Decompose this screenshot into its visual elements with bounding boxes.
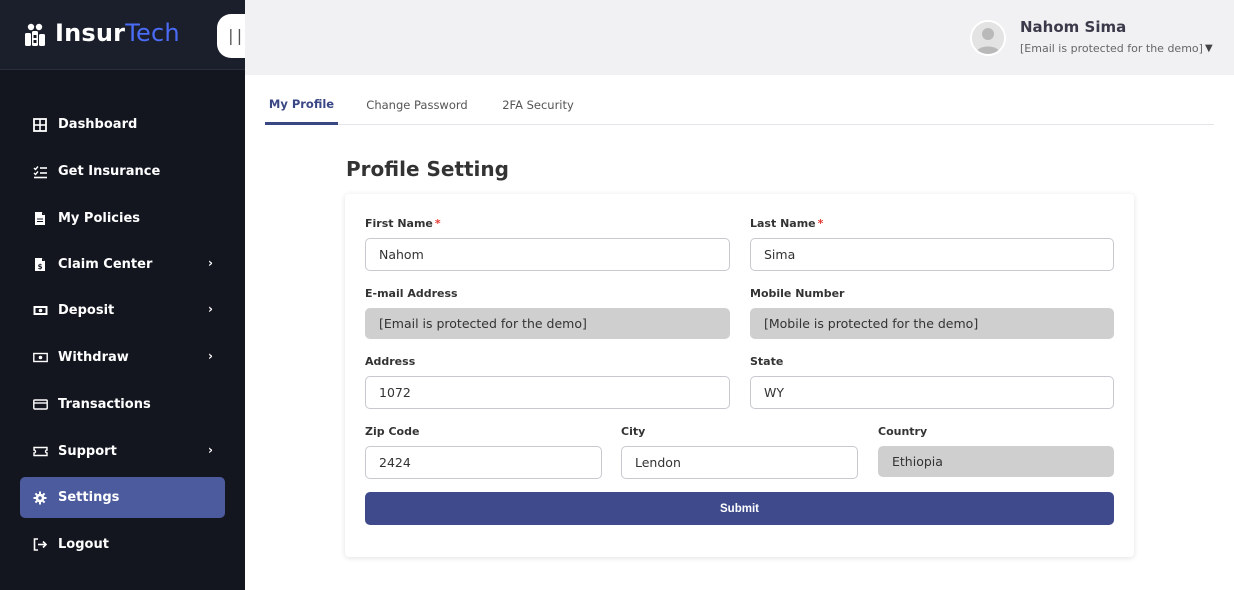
city-input[interactable]: Lendon [621,446,858,479]
brand-name: InsurTech [55,19,180,47]
sidebar-item-deposit[interactable]: Deposit › [20,290,225,331]
tab-2fa-security[interactable]: 2FA Security [501,85,575,125]
sidebar-item-transactions[interactable]: Transactions [20,384,225,425]
sidebar-item-label: Get Insurance [58,164,161,179]
user-avatar-icon [972,22,1004,54]
user-name[interactable]: Nahom Sima [1020,18,1126,36]
tab-change-password[interactable]: Change Password [363,85,471,125]
sidebar-item-label: Deposit [58,303,115,318]
user-email[interactable]: [Email is protected for the demo] [1020,42,1203,55]
sidebar-item-settings[interactable]: Settings [20,477,225,518]
brand-name-part1: Insur [55,19,126,47]
sidebar-item-label: Settings [58,490,120,505]
sidebar-item-label: Transactions [58,397,151,412]
chevron-right-icon: › [208,349,213,363]
country-field: Ethiopia [878,446,1114,477]
mobile-field: [Mobile is protected for the demo] [750,308,1114,339]
last-name-label-text: Last Name [750,217,816,230]
sidebar-item-withdraw[interactable]: Withdraw › [20,337,225,378]
email-label: E-mail Address [365,287,458,300]
state-input[interactable]: WY [750,376,1114,409]
mobile-label: Mobile Number [750,287,845,300]
sidebar-item-label: My Policies [58,211,141,226]
grid-icon [32,117,48,133]
required-asterisk: * [817,217,824,230]
profile-tabs: My Profile Change Password 2FA Security [265,85,1214,125]
sidebar-item-label: Logout [58,537,109,552]
zip-code-label: Zip Code [365,425,420,438]
city-label: City [621,425,646,438]
money-icon [32,303,48,319]
sidebar-item-logout[interactable]: Logout [20,524,225,565]
sidebar-item-label: Dashboard [58,117,138,132]
last-name-input[interactable]: Sima [750,238,1114,271]
zip-code-input[interactable]: 2424 [365,446,602,479]
email-field: [Email is protected for the demo] [365,308,730,339]
chevron-right-icon: › [208,302,213,316]
top-header: Nahom Sima [Email is protected for the d… [245,0,1234,75]
sidebar-item-label: Withdraw [58,350,129,365]
card-icon [32,397,48,413]
logout-icon [32,537,48,553]
first-name-label: First Name * [365,217,441,230]
submit-button[interactable]: Submit [365,492,1114,525]
last-name-label: Last Name * [750,217,823,230]
checklist-icon [32,164,48,180]
sidebar-item-label: Support [58,444,117,459]
document-icon [32,211,48,227]
chevron-right-icon: › [208,256,213,270]
sidebar-item-my-policies[interactable]: My Policies [20,198,225,239]
gear-icon [32,490,48,506]
sidebar-item-get-insurance[interactable]: Get Insurance [20,151,225,192]
required-asterisk: * [434,217,441,230]
country-label: Country [878,425,928,438]
claim-document-icon: $ [32,257,48,273]
sidebar-item-support[interactable]: Support › [20,431,225,472]
state-label: State [750,355,784,368]
address-label: Address [365,355,416,368]
sidebar: InsurTech ||| Dashboard Get Insurance My… [0,0,257,590]
chevron-right-icon: › [208,443,213,457]
sidebar-item-claim-center[interactable]: $ Claim Center › [20,244,225,285]
sidebar-item-label: Claim Center [58,257,153,272]
brand-name-part2: Tech [125,19,180,47]
first-name-label-text: First Name [365,217,433,230]
brand-header: InsurTech ||| [0,0,257,70]
brand-logo-icon [25,23,45,46]
page-title: Profile Setting [346,157,509,181]
first-name-input[interactable]: Nahom [365,238,730,271]
address-input[interactable]: 1072 [365,376,730,409]
ticket-icon [32,444,48,460]
avatar[interactable] [970,20,1006,56]
caret-down-icon[interactable]: ▼ [1205,43,1213,54]
sidebar-item-dashboard[interactable]: Dashboard [20,104,225,145]
cash-icon [32,350,48,366]
tab-my-profile[interactable]: My Profile [265,85,338,125]
svg-text:$: $ [38,263,43,271]
